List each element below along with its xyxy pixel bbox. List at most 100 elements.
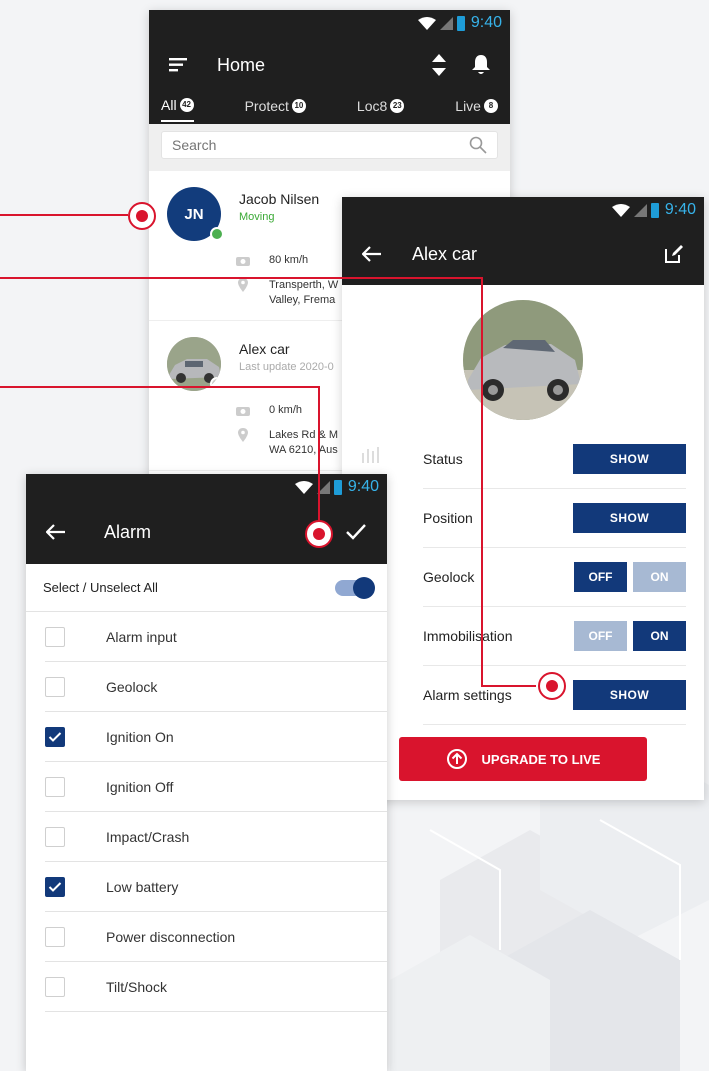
location-pin-icon [238, 428, 248, 442]
checkmark-icon [48, 881, 62, 892]
position-show-button[interactable]: SHOW [573, 503, 686, 533]
checkbox[interactable] [45, 976, 65, 997]
checkbox-checked[interactable] [45, 876, 65, 897]
checkmark-icon [48, 731, 62, 742]
tab-protect[interactable]: Protect 10 [245, 94, 306, 122]
setting-geolock: Geolock OFF ON [423, 548, 686, 607]
signal-icon [316, 480, 330, 494]
upload-circle-icon [446, 749, 467, 769]
checkbox[interactable] [45, 926, 65, 947]
vehicle-detail-screen: 9:40 Alex car Status SHOW Position SHOW … [342, 197, 704, 800]
setting-position: Position SHOW [423, 489, 686, 548]
immobilisation-off-button[interactable]: OFF [574, 621, 627, 651]
alarm-item-geolock[interactable]: Geolock [45, 662, 387, 712]
check-icon[interactable] [345, 523, 367, 541]
tab-count-badge: 42 [179, 97, 194, 112]
vehicle-address: Valley, Frema [269, 294, 336, 306]
geolock-toggle: OFF ON [574, 562, 686, 592]
annotation-marker [128, 202, 156, 230]
filter-tabs: All 42 Protect 10 Loc8 23 Live 8 [149, 94, 510, 124]
tab-count-badge: 10 [291, 98, 306, 113]
back-arrow-icon[interactable] [362, 246, 382, 262]
status-bar: 9:40 [26, 474, 387, 500]
upgrade-to-live-button[interactable]: UPGRADE TO LIVE [399, 737, 647, 781]
sort-icon[interactable] [432, 54, 446, 76]
immobilisation-on-button[interactable]: ON [633, 621, 686, 651]
wifi-icon [611, 203, 630, 217]
alarm-item-ignition-off[interactable]: Ignition Off [45, 762, 387, 812]
status-time: 9:40 [347, 478, 379, 495]
page-title: Home [217, 54, 266, 75]
alarm-settings-show-button[interactable]: SHOW [573, 680, 686, 710]
search-input[interactable] [172, 137, 469, 153]
vehicle-name: Alex car [239, 341, 290, 357]
checkbox[interactable] [45, 776, 65, 797]
select-all-switch[interactable] [335, 576, 375, 599]
speedometer-icon [236, 257, 250, 266]
vehicle-settings-list: Status SHOW Position SHOW Geolock OFF ON… [342, 430, 704, 725]
checkbox-checked[interactable] [45, 726, 65, 747]
vehicle-photo [463, 300, 583, 420]
back-arrow-icon[interactable] [46, 524, 66, 540]
search-icon[interactable] [469, 136, 487, 154]
annotation-marker [305, 520, 333, 548]
search-bar [149, 124, 510, 171]
geolock-off-button[interactable]: OFF [574, 562, 627, 592]
alarm-item-tilt-shock[interactable]: Tilt/Shock [45, 962, 387, 1012]
annotation-marker [538, 672, 566, 700]
tab-loc8[interactable]: Loc8 23 [357, 94, 405, 122]
status-bar: 9:40 [342, 197, 704, 223]
tab-count-badge: 23 [390, 98, 405, 113]
setting-immobilisation: Immobilisation OFF ON [423, 607, 686, 666]
vehicle-speed: 80 km/h [269, 254, 309, 266]
offline-status-dot [210, 377, 221, 391]
status-bar: 9:40 [149, 10, 510, 36]
wifi-icon [294, 480, 313, 494]
online-status-dot [210, 227, 224, 241]
checkbox[interactable] [45, 626, 65, 647]
signal-icon [439, 16, 453, 30]
alarm-list: Alarm input Geolock Ignition On Ignition… [26, 612, 387, 1012]
wifi-icon [417, 16, 436, 30]
vehicle-status: Moving [239, 211, 275, 223]
tab-live[interactable]: Live 8 [455, 94, 498, 122]
vehicle-address: WA 6210, Aus [269, 444, 338, 456]
battery-icon [650, 202, 659, 218]
status-time: 9:40 [664, 201, 696, 218]
checkbox[interactable] [45, 676, 65, 697]
alarm-item-power-disconnection[interactable]: Power disconnection [45, 912, 387, 962]
select-all-label: Select / Unselect All [43, 580, 158, 595]
menu-icon[interactable] [169, 58, 187, 72]
vehicle-speed: 0 km/h [269, 404, 303, 416]
vehicle-last-update: Last update 2020-0 [239, 361, 334, 373]
vehicle-address: Transperth, W [269, 279, 339, 291]
bell-icon[interactable] [472, 55, 490, 75]
battery-icon [456, 15, 465, 31]
tab-all[interactable]: All 42 [161, 94, 194, 122]
alarm-item-ignition-on[interactable]: Ignition On [45, 712, 387, 762]
avatar: JN [167, 187, 224, 241]
page-title: Alex car [412, 243, 478, 264]
page-title: Alarm [104, 521, 152, 542]
select-all-row: Select / Unselect All [26, 564, 387, 612]
detail-app-bar: Alex car [342, 223, 704, 285]
vehicle-name: Jacob Nilsen [239, 191, 320, 207]
immobilisation-toggle: OFF ON [574, 621, 686, 651]
alarm-item-low-battery[interactable]: Low battery [45, 862, 387, 912]
geolock-on-button[interactable]: ON [633, 562, 686, 592]
status-time: 9:40 [470, 14, 502, 31]
avatar [167, 337, 221, 391]
setting-status: Status SHOW [423, 430, 686, 489]
alarm-item-impact-crash[interactable]: Impact/Crash [45, 812, 387, 862]
edit-icon[interactable] [664, 244, 684, 264]
tab-count-badge: 8 [483, 98, 498, 113]
bar-chart-icon [362, 447, 379, 463]
home-app-bar: Home [149, 36, 510, 94]
battery-icon [333, 479, 342, 495]
location-pin-icon [238, 278, 248, 292]
alarm-item-alarm-input[interactable]: Alarm input [45, 612, 387, 662]
alarm-screen: 9:40 Alarm Select / Unselect All Alarm i… [26, 474, 387, 1071]
vehicle-address: Lakes Rd & M [269, 429, 339, 441]
checkbox[interactable] [45, 826, 65, 847]
status-show-button[interactable]: SHOW [573, 444, 686, 474]
